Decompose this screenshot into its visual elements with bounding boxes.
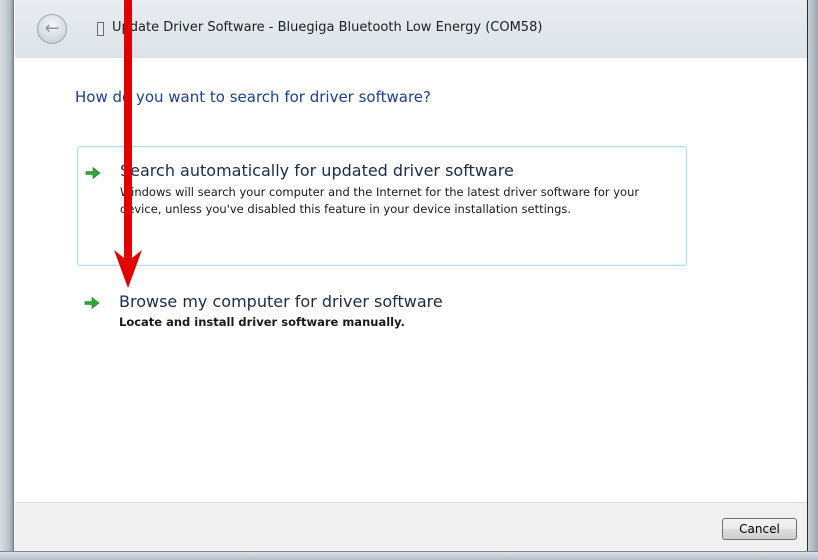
browse-computer-option[interactable]: Browse my computer for driver software L… xyxy=(77,288,687,348)
back-button[interactable]: ← xyxy=(37,14,67,44)
search-automatically-option[interactable]: Search automatically for updated driver … xyxy=(77,146,687,266)
option-title: Browse my computer for driver software xyxy=(119,292,443,311)
option-description: Locate and install driver software manua… xyxy=(119,315,405,329)
device-icon xyxy=(97,22,104,36)
back-arrow-icon: ← xyxy=(44,18,60,39)
window-frame-right-edge xyxy=(807,0,808,560)
title-bar: ← Update Driver Software - Bluegiga Blue… xyxy=(15,0,807,58)
wizard-content: How do you want to search for driver sof… xyxy=(15,58,807,502)
cancel-button[interactable]: Cancel xyxy=(722,518,797,540)
window-frame-right xyxy=(808,0,818,560)
page-heading: How do you want to search for driver sof… xyxy=(75,88,431,106)
green-arrow-icon xyxy=(84,164,102,182)
option-title: Search automatically for updated driver … xyxy=(120,161,514,180)
green-arrow-icon xyxy=(83,294,101,312)
wizard-footer: Cancel xyxy=(15,502,807,553)
window-title: Update Driver Software - Bluegiga Blueto… xyxy=(112,20,543,35)
option-description: Windows will search your computer and th… xyxy=(120,185,640,216)
window-frame-left xyxy=(0,0,14,560)
window-frame-bottom xyxy=(0,551,818,560)
